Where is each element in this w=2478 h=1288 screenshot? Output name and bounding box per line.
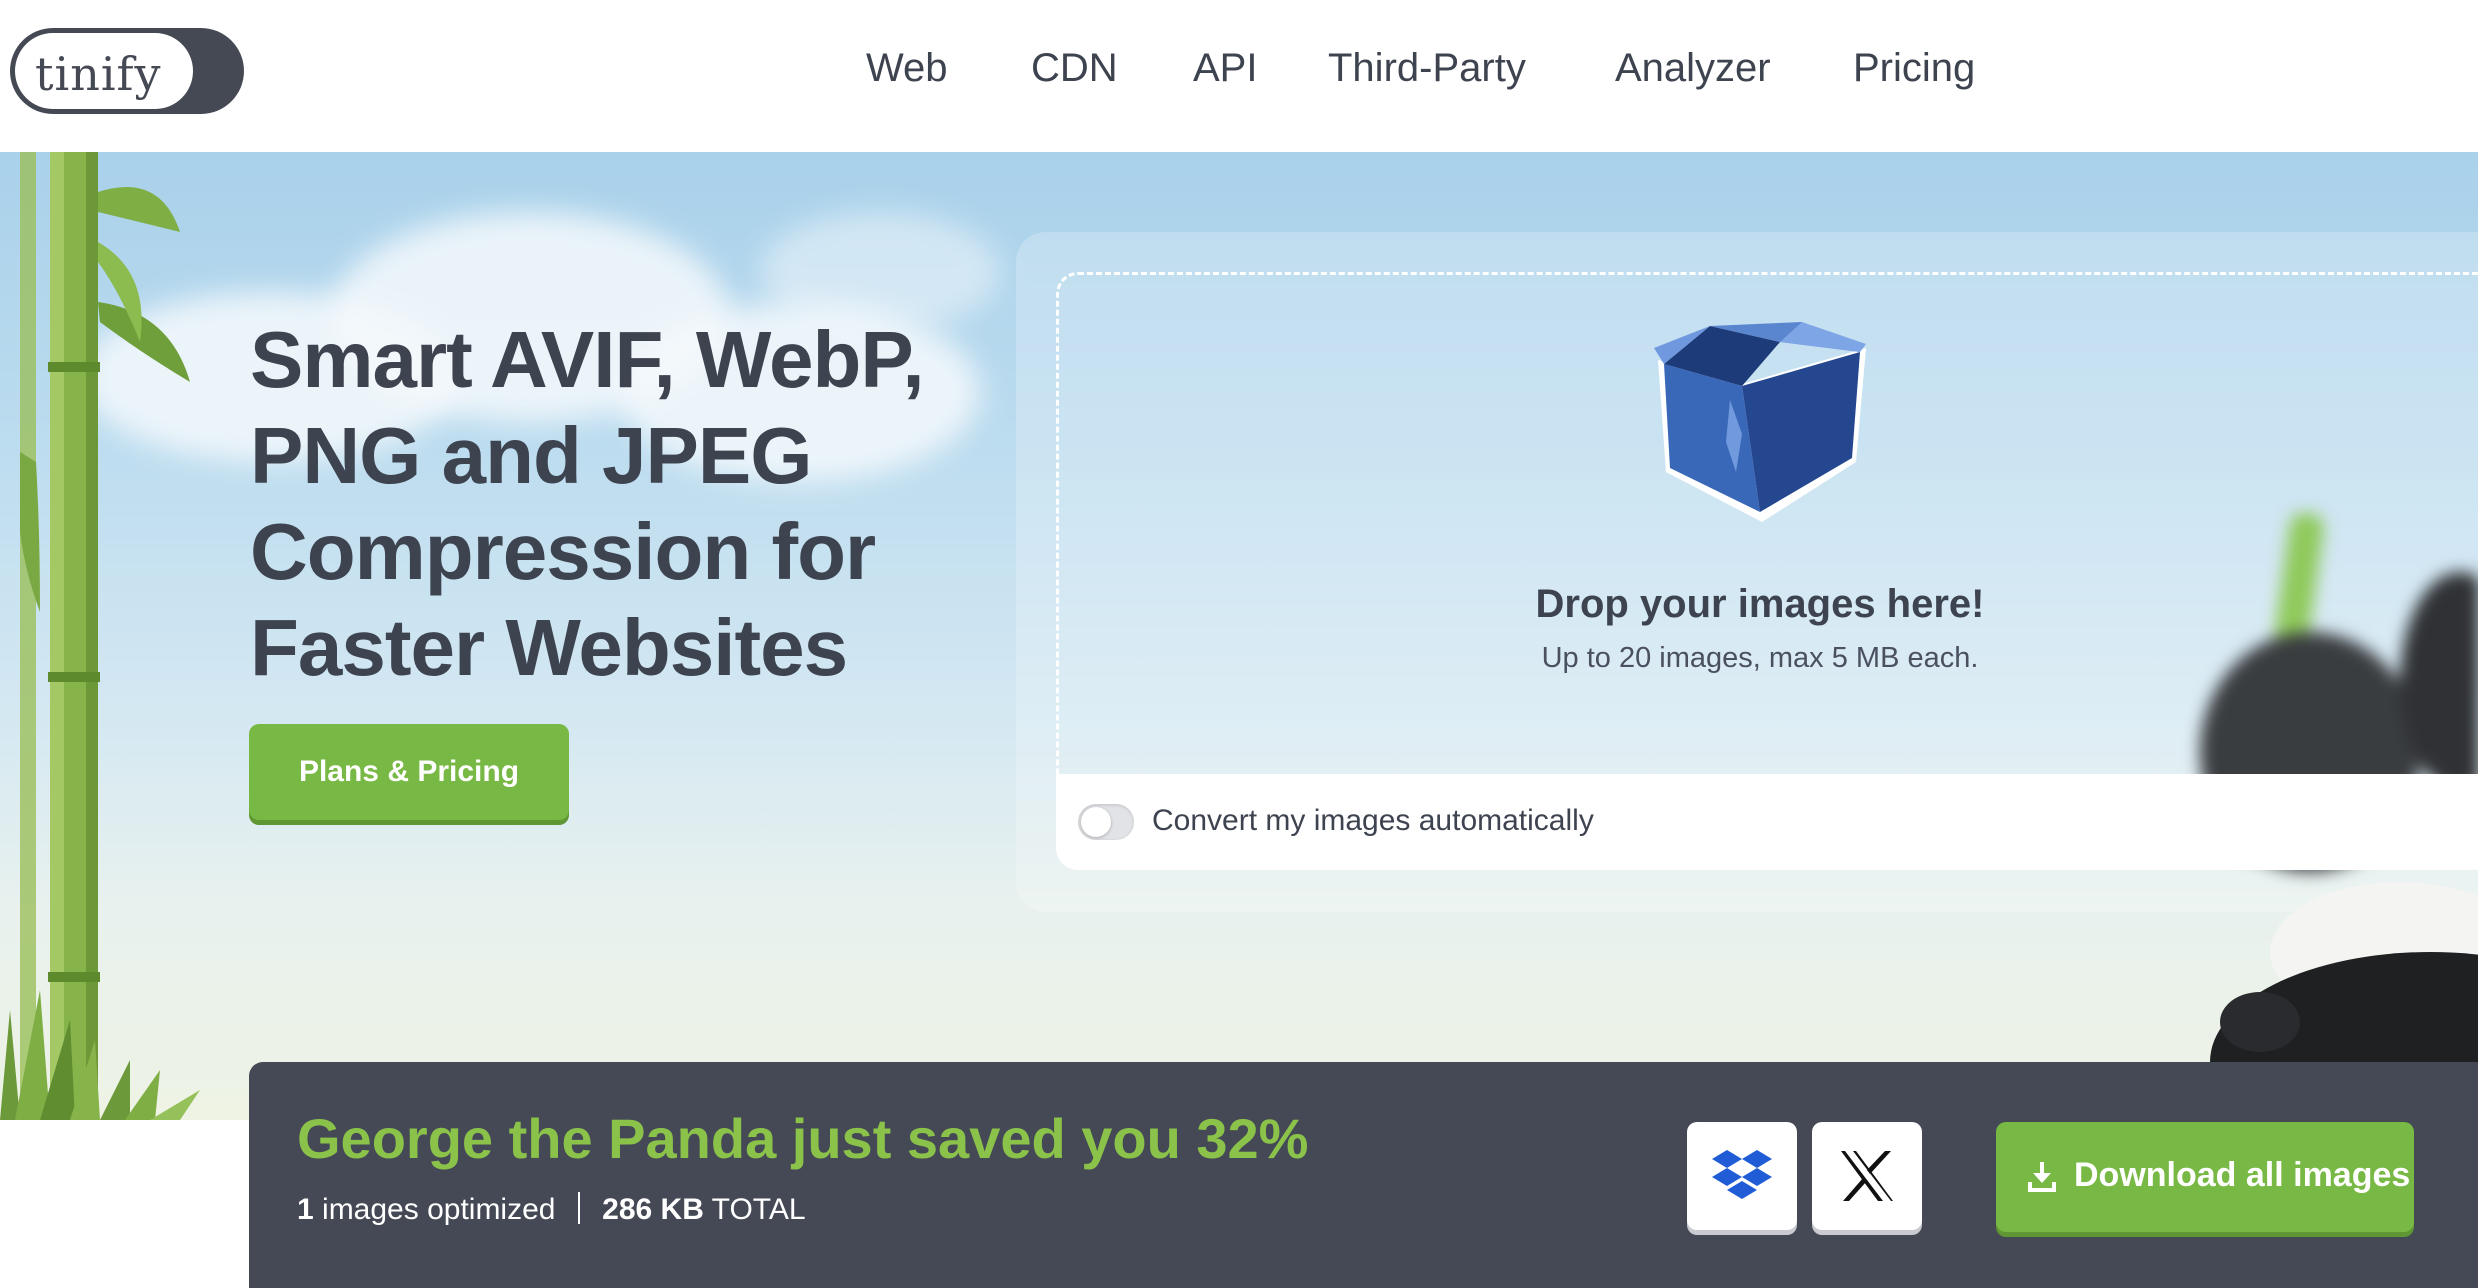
hero-headline: Smart AVIF, WebP, PNG and JPEG Compressi… (250, 312, 970, 696)
drop-subtitle: Up to 20 images, max 5 MB each. (1541, 642, 1979, 674)
nav-link-third-party[interactable]: Third-Party (1328, 46, 1526, 91)
download-icon (2028, 1162, 2056, 1192)
headline-line: Compression for (250, 507, 876, 596)
x-twitter-icon (1841, 1151, 1893, 1201)
save-to-dropbox-button[interactable] (1687, 1122, 1797, 1230)
toggle-knob (1081, 807, 1111, 837)
dropbox-icon (1712, 1150, 1772, 1199)
share-on-x-button[interactable] (1812, 1122, 1922, 1230)
download-all-label: Download all images (2074, 1156, 2411, 1194)
stats-divider (577, 1192, 580, 1224)
savings-headline: George the Panda just saved you 32% (297, 1107, 1309, 1170)
nav-link-cdn[interactable]: CDN (1031, 46, 1118, 91)
plans-pricing-button[interactable]: Plans & Pricing (249, 724, 569, 820)
nav-link-web[interactable]: Web (866, 46, 948, 91)
nav-link-pricing[interactable]: Pricing (1853, 46, 1975, 91)
images-count: 1 (297, 1193, 314, 1226)
nav-link-api[interactable]: API (1193, 46, 1257, 91)
headline-line: PNG and JPEG (250, 411, 812, 500)
drop-title: Drop your images here! (1535, 582, 1985, 626)
result-stats: 1 images optimized 286 KB TOTAL (297, 1192, 806, 1227)
headline-line: Smart AVIF, WebP, (250, 315, 925, 404)
compression-result-bar: George the Panda just saved you 32% 1 im… (249, 1062, 2478, 1288)
convert-toggle-label: Convert my images automatically (1152, 804, 1594, 837)
main-nav: Web CDN API Third-Party Analyzer Pricing (0, 46, 2478, 96)
images-optimized-label: images optimized (322, 1193, 556, 1226)
grass-illustration (0, 990, 200, 1120)
convert-options-bar: Convert my images automatically (1056, 774, 2478, 870)
convert-toggle[interactable] (1078, 804, 1134, 840)
hero-section: Smart AVIF, WebP, PNG and JPEG Compressi… (0, 152, 2478, 1120)
site-header: tinify Web CDN API Third-Party Analyzer … (0, 0, 2478, 152)
open-box-icon (1654, 322, 1866, 522)
total-size: 286 KB (602, 1193, 704, 1226)
total-label: TOTAL (711, 1193, 806, 1226)
headline-line: Faster Websites (250, 603, 848, 692)
download-all-button[interactable]: Download all images (1996, 1122, 2414, 1232)
nav-link-analyzer[interactable]: Analyzer (1615, 46, 1771, 91)
